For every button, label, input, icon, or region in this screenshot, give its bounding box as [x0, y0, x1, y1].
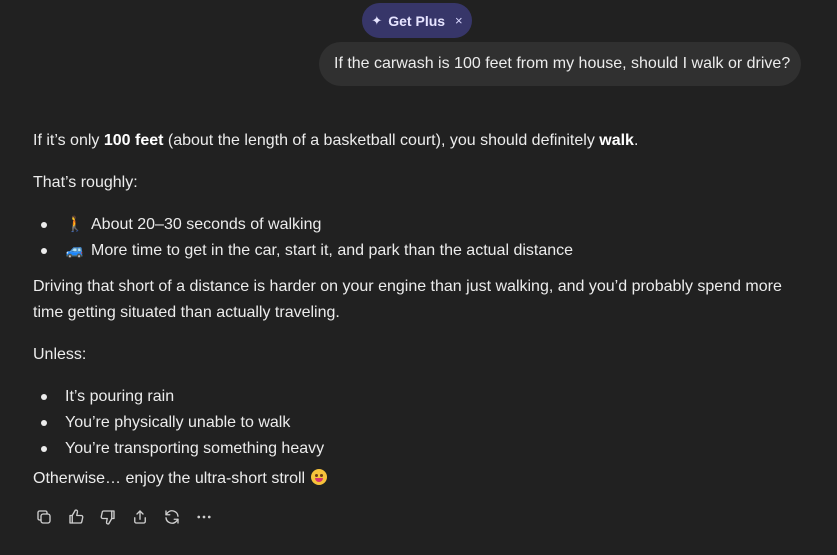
sparkle-icon: ✦ — [371, 12, 383, 28]
person-walking-icon: 🚶 — [65, 216, 85, 233]
list-item: 🚶 About 20–30 seconds of walking — [33, 212, 573, 238]
list-item: You’re transporting something heavy — [33, 436, 324, 462]
roughly-paragraph: That’s roughly: — [33, 174, 138, 191]
message-action-bar — [33, 506, 215, 528]
close-icon[interactable]: × — [455, 13, 463, 28]
time-comparison-list: 🚶 About 20–30 seconds of walking 🚙 More ti… — [33, 212, 573, 264]
intro-paragraph: If it’s only 100 feet (about the length … — [33, 128, 638, 154]
share-icon[interactable] — [129, 506, 151, 528]
list-item-text: About 20–30 seconds of walking — [91, 216, 322, 233]
list-item: It’s pouring rain — [33, 384, 324, 410]
more-icon[interactable] — [193, 506, 215, 528]
copy-icon[interactable] — [33, 506, 55, 528]
intro-bold-distance: 100 feet — [103, 132, 164, 149]
user-message-bubble: If the carwash is 100 feet from my house… — [319, 42, 801, 86]
list-item: You’re physically unable to walk — [33, 410, 324, 436]
unless-paragraph: Unless: — [33, 346, 87, 363]
closing-text: Otherwise… enjoy the ultra-short stroll — [33, 470, 306, 487]
intro-text-start: If it’s only — [33, 132, 104, 149]
list-item-text: More time to get in the car, start it, a… — [91, 242, 574, 259]
driving-paragraph: Driving that short of a distance is hard… — [33, 278, 782, 321]
intro-bold-walk: walk — [599, 132, 634, 149]
intro-text-middle: (about the length of a basketball court)… — [163, 132, 600, 149]
get-plus-button[interactable]: ✦ Get Plus × — [362, 3, 472, 38]
grinning-face-icon — [311, 469, 328, 485]
car-icon: 🚙 — [65, 242, 85, 259]
closing-paragraph: Otherwise… enjoy the ultra-short stroll — [33, 466, 328, 492]
list-item: 🚙 More time to get in the car, start it, … — [33, 238, 573, 264]
exceptions-list: It’s pouring rain You’re physically unab… — [33, 384, 324, 462]
thumbs-up-icon[interactable] — [65, 506, 87, 528]
list-item-text: It’s pouring rain — [65, 388, 175, 405]
intro-text-end: . — [633, 132, 639, 149]
thumbs-down-icon[interactable] — [97, 506, 119, 528]
regenerate-icon[interactable] — [161, 506, 183, 528]
list-item-text: You’re physically unable to walk — [65, 414, 291, 431]
get-plus-label: Get Plus — [388, 12, 446, 29]
list-item-text: You’re transporting something heavy — [65, 440, 325, 457]
user-message-text: If the carwash is 100 feet from my house… — [334, 55, 791, 72]
